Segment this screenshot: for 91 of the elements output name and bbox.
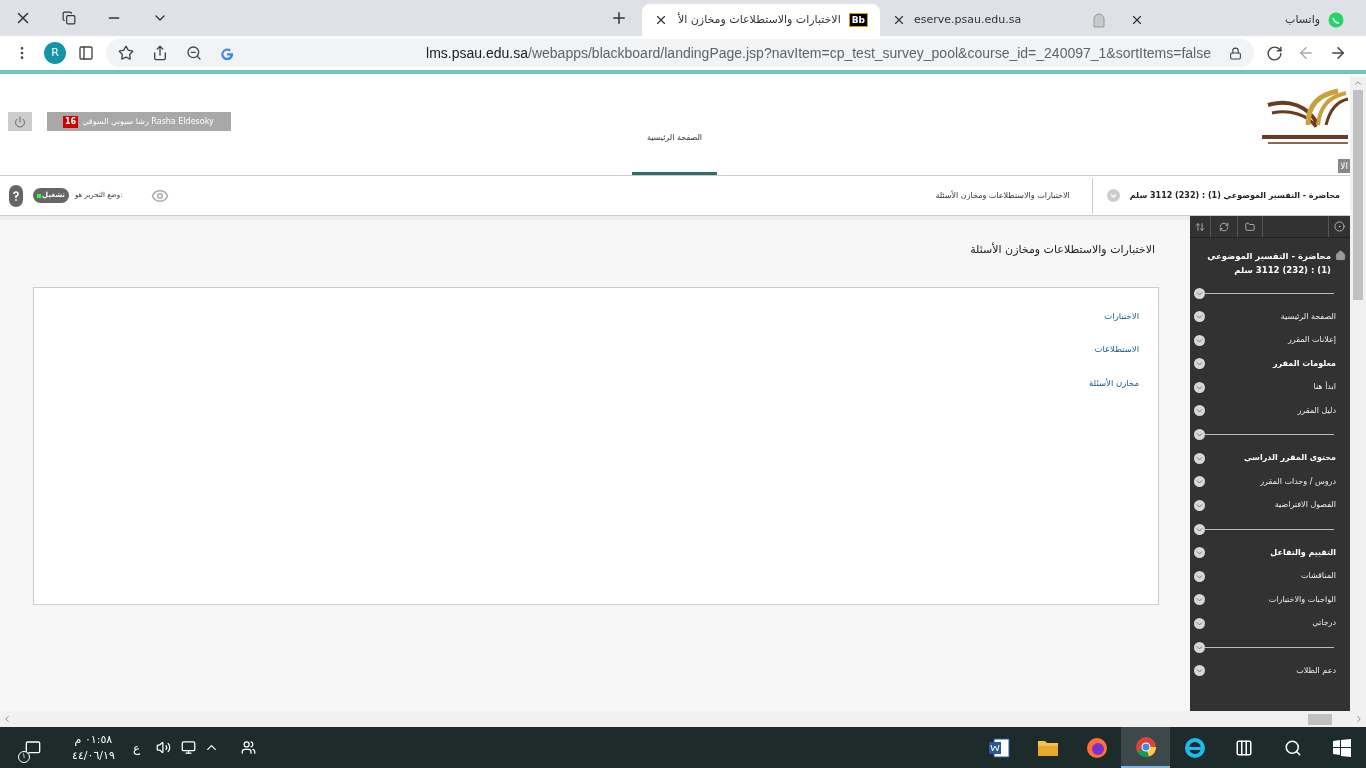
sidebar-item[interactable]: دليل المقرر	[1190, 399, 1350, 423]
vertical-scrollbar[interactable]	[1350, 76, 1366, 711]
breadcrumb-page: الاختبارات والاستطلاعات ومخازن الأسئلة	[935, 189, 1070, 202]
star-icon[interactable]	[118, 45, 134, 61]
close-icon[interactable]	[892, 13, 906, 27]
chevron-circle-icon[interactable]	[1194, 617, 1205, 629]
new-tab-icon[interactable]	[610, 9, 628, 27]
clock-time[interactable]: ٠١:٥٨ م	[74, 731, 113, 748]
chevron-circle-icon[interactable]	[1194, 665, 1205, 677]
chevron-circle-icon[interactable]	[1194, 381, 1205, 393]
word-icon	[987, 736, 1010, 759]
restore-icon[interactable]	[62, 11, 76, 25]
nav-tab[interactable]: الصفحة الرئيسية	[632, 76, 717, 175]
windows-icon	[1332, 738, 1351, 757]
sidebar-item[interactable]: الفصول الافتراضية	[1190, 493, 1350, 517]
url-text: lms.psau.edu.sa/webapps/blackboard/landingPage.jsp?navItem=cp_test_survey_pool&course_id=_240097_1&sortItems=false	[425, 43, 1211, 63]
google-icon[interactable]	[220, 46, 234, 60]
volume-icon[interactable]	[156, 740, 172, 755]
lock-icon[interactable]	[1229, 46, 1242, 60]
tab-title: واتساب	[1284, 11, 1320, 28]
content-link[interactable]: مخازن الأسئلة	[1089, 377, 1139, 390]
browser-tab[interactable]: eserve.psau.edu.sa	[880, 4, 1118, 36]
profile-avatar[interactable]: R	[44, 42, 66, 64]
page-title: الاختبارات والاستطلاعات ومخازن الأسئلة	[969, 241, 1156, 258]
chevron-circle-icon[interactable]	[1194, 334, 1205, 346]
reload-icon[interactable]	[1266, 44, 1283, 62]
taskbar-app[interactable]	[1121, 727, 1170, 768]
chevron-circle-icon[interactable]	[1194, 287, 1205, 299]
network-icon[interactable]	[181, 740, 197, 755]
sidebar-item[interactable]: دروس / وحدات المقرر	[1190, 470, 1350, 494]
sidebar-item[interactable]: معلومات المقرر	[1190, 352, 1350, 376]
tab-title: الاختبارات والاستطلاعات ومخازن الأ	[676, 11, 841, 28]
sidebar-item[interactable]: الصفحة الرئيسية	[1190, 305, 1350, 329]
help-button[interactable]	[9, 184, 23, 207]
close-icon[interactable]	[654, 13, 668, 27]
settings-icon[interactable]	[1334, 221, 1345, 232]
scroll-thumb[interactable]	[1353, 90, 1363, 300]
dome-icon	[1092, 12, 1106, 28]
close-icon[interactable]	[1130, 13, 1144, 27]
reorder-icon[interactable]	[1195, 221, 1205, 232]
zoom-out-icon[interactable]	[186, 45, 202, 61]
chevron-circle-icon[interactable]	[1194, 594, 1205, 606]
sidebar-item[interactable]: التقييم والتفاعل	[1190, 541, 1350, 565]
horizontal-scrollbar[interactable]	[0, 711, 1366, 727]
refresh-icon[interactable]	[1219, 221, 1229, 232]
forward-icon[interactable]	[1329, 44, 1347, 62]
sidebar-item[interactable]: الواجبات والاختبارات	[1190, 588, 1350, 612]
chevron-circle-icon[interactable]	[1194, 405, 1205, 417]
chevron-circle-icon[interactable]	[1194, 499, 1205, 511]
fox-globe-icon	[1085, 736, 1108, 759]
user-name: رشا سيوني السوقي Rasha Eldesoky	[82, 115, 214, 128]
chevron-circle-icon[interactable]	[1194, 358, 1205, 370]
people-icon[interactable]	[241, 740, 257, 755]
clock-date[interactable]: ٤٤/٠٦/١٩	[72, 747, 115, 764]
input-language[interactable]: ع	[132, 738, 141, 757]
content-link[interactable]: الاختبارات	[1104, 309, 1139, 323]
tab-favicon: Bb	[848, 13, 868, 27]
chat-bubble-icon	[1328, 12, 1344, 28]
chevron-circle-icon[interactable]	[1194, 452, 1205, 464]
chrome-icon	[1134, 735, 1157, 758]
sidebar-item[interactable]: درجاتي	[1190, 611, 1350, 635]
content-link[interactable]: الاستطلاعات	[1094, 343, 1139, 356]
task-view-icon	[1234, 738, 1253, 757]
question-mark-icon	[13, 190, 19, 201]
power-icon	[14, 115, 26, 128]
folder-icon[interactable]	[1245, 221, 1255, 232]
chevron-circle-icon[interactable]	[1194, 476, 1205, 488]
side-tab[interactable]: الا	[1338, 159, 1350, 173]
search-icon	[1283, 738, 1302, 757]
chevron-circle-icon[interactable]	[1194, 547, 1205, 559]
sidebar-item[interactable]: محتوى المقرر الدراسي	[1190, 446, 1350, 470]
side-panel-icon[interactable]	[78, 45, 94, 61]
chevron-circle-icon[interactable]	[1194, 429, 1205, 440]
sidebar-item[interactable]: إعلانات المقرر	[1190, 328, 1350, 352]
course-title[interactable]: محاضرة - التفسير الموضوعي (1) : (232) 3112 سلم	[1129, 189, 1340, 202]
chevron-circle-icon[interactable]	[1194, 311, 1205, 323]
address-field[interactable]: lms.psau.edu.sa/webapps/blackboard/landingPage.jsp?navItem=cp_test_survey_pool&course_id=_240097_1&sortItems=false	[106, 39, 1254, 67]
chevron-circle-icon[interactable]	[1194, 523, 1205, 535]
notification-badge: 16	[63, 115, 79, 128]
chevron-circle-icon[interactable]	[1194, 641, 1205, 653]
share-icon[interactable]	[152, 45, 168, 61]
home-icon[interactable]	[1335, 250, 1346, 261]
sidebar-item[interactable]: ابدأ هنا	[1190, 375, 1350, 399]
e-globe-icon	[1183, 736, 1206, 759]
chevron-circle-icon[interactable]	[1194, 570, 1205, 582]
sidebar-item[interactable]: دعم الطلاب	[1190, 659, 1350, 683]
scroll-thumb[interactable]	[1308, 713, 1332, 725]
sidebar-course-title[interactable]: محاضرة - التفسير الموضوعي (1) : (232) 3112 سلم	[1201, 249, 1331, 277]
sidebar-item[interactable]: المناقشات	[1190, 564, 1350, 588]
browser-tab[interactable]: واتساب	[1118, 4, 1356, 36]
tab-title: eserve.psau.edu.sa	[914, 11, 1023, 28]
